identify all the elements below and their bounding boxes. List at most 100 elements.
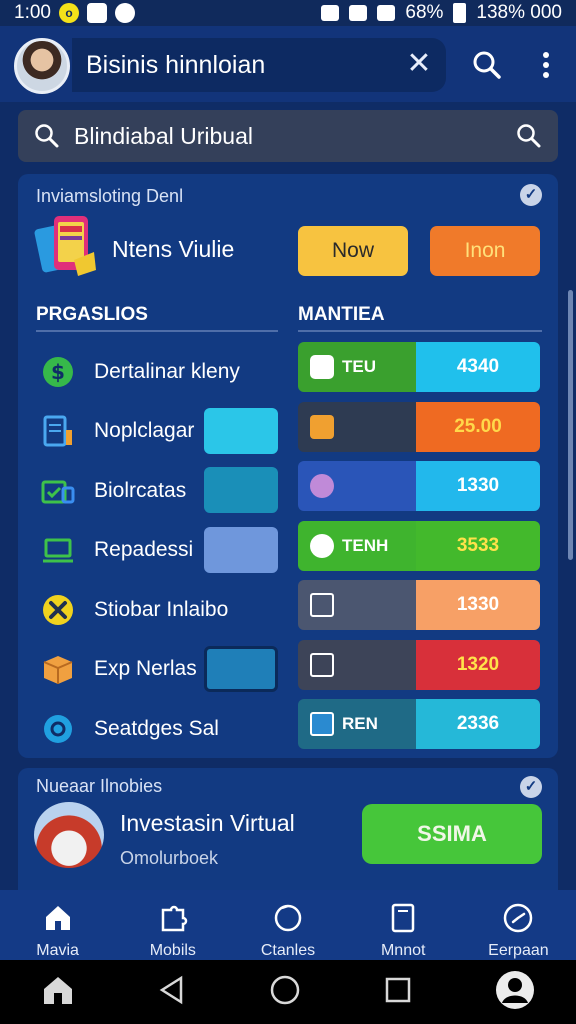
value-list: TEU 4340 25.00 1330 TENH 3533 1330 1320 … [298,342,540,759]
search-submit-icon[interactable] [516,123,542,155]
wifi-icon [349,5,368,21]
nav-label: Mavia [36,942,79,959]
check-icon[interactable]: ✓ [520,776,542,798]
avatar[interactable] [14,38,70,94]
value-row[interactable]: 1330 [298,461,540,511]
status-time: 1:00 [14,2,51,23]
apps-icon [310,414,334,439]
list-item[interactable]: $ Dertalinar kleny [36,342,278,402]
battery-percent: 68% [405,2,444,23]
nav-item-mnnot[interactable]: Mnnot [346,890,461,960]
value-row-amount: 4340 [416,342,540,392]
ssima-button[interactable]: SSIMA [362,804,542,864]
list-item-label: Noplclagar [94,419,195,443]
nav-item-ctanles[interactable]: Ctanles [230,890,345,960]
search-icon[interactable] [472,50,502,85]
phone-icon [34,212,100,282]
nav-item-eerpaan[interactable]: Eerpaan [461,890,576,960]
nav-label: Mnnot [380,942,426,959]
nav-label: Ctanles [260,942,316,959]
app-bar: Bisinis hinnloian ✕ [0,26,576,102]
chat-icon [310,355,334,379]
color-swatch[interactable] [204,407,278,454]
search-value: Blindiabal Uribual [74,122,253,149]
left-column-header: PRGASLIOS [36,304,148,325]
category-list: $ Dertalinar kleny Noplclagar Biolrcatas… [36,342,278,759]
now-button[interactable]: Now [298,226,408,276]
svg-text:$: $ [51,360,65,384]
bug-icon [321,5,340,21]
card-header: Inviamsloting Denl [36,186,184,206]
list-item[interactable]: Stiobar Inlaibo [36,580,278,640]
window-icon [310,652,334,677]
color-swatch[interactable] [204,526,278,573]
frame-icon [310,593,334,617]
inon-button[interactable]: Inon [430,226,540,276]
list-item[interactable]: Biolrcatas [36,461,278,521]
list-item[interactable]: Exp Nerlas [36,640,278,700]
tablet-icon [387,902,419,934]
clock-icon [502,902,534,934]
value-row-label: TENH [342,535,389,555]
virtual-investment-card: Nueaar Ilnobies ✓ Investasin Virtual Omo… [18,768,558,892]
laptop-icon [40,532,76,568]
color-swatch[interactable] [204,467,278,513]
profile-icon[interactable] [495,970,535,1015]
status-extra: 138% 000 [476,2,562,23]
value-row[interactable]: TEU 4340 [298,342,540,392]
car-thumbnail [34,802,104,868]
list-item[interactable]: Noplclagar [36,402,278,462]
home-icon [42,902,74,934]
value-row-label: TEU [342,357,376,376]
list-item[interactable]: Seatdges Sal [36,699,278,759]
home-circle-icon[interactable] [269,974,301,1011]
app-notification-icon [86,3,107,23]
card-header: Nueaar Ilnobies [36,776,163,796]
search-icon [34,123,60,155]
refresh-icon [272,902,304,934]
close-icon[interactable]: ✕ [404,49,434,79]
nav-item-mobils[interactable]: Mobils [115,890,230,960]
color-swatch[interactable] [204,645,278,692]
bottom-navigation: Mavia Mobils Ctanles Mnnot Eerpaan [0,890,576,960]
value-row-amount: 1320 [416,639,540,690]
back-icon[interactable] [157,975,187,1010]
value-row-amount: 3533 [416,520,540,571]
home-icon[interactable] [41,974,75,1011]
list-item-label: Repadessi [94,538,194,562]
list-item-label: Exp Nerlas [94,657,197,681]
list-item-label: Biolrcatas [94,478,187,502]
nav-label: Mobils [149,942,196,959]
check-icon[interactable]: ✓ [520,184,542,206]
app-title: Bisinis hinnloian [86,50,266,79]
list-item[interactable]: Repadessi [36,521,278,581]
value-row[interactable]: TENH 3533 [298,520,540,571]
folder-icon [40,473,76,509]
leaf-icon [310,533,334,558]
value-row[interactable]: 1330 [298,580,540,630]
more-vertical-icon[interactable] [536,50,556,80]
notification-icon: o [58,3,79,23]
list-item-label: Seatdges Sal [94,716,219,740]
list-item-label: Dertalinar kleny [94,359,240,383]
value-row[interactable]: 1320 [298,639,540,690]
feature-label: Ntens Viulie [112,236,235,262]
search-input[interactable]: Blindiabal Uribual [18,110,558,162]
right-column-header: MANTIEA [298,304,385,325]
card-subtitle: Omolurboek [120,848,219,868]
value-row[interactable]: 25.00 [298,401,540,452]
title-field[interactable]: Bisinis hinnloian ✕ [72,38,446,92]
value-row-label: REN [342,714,378,733]
globe-icon [310,474,334,498]
recents-icon[interactable] [383,975,413,1010]
card-title: Investasin Virtual [120,810,295,836]
scrollbar[interactable] [568,290,573,560]
dollar-icon: $ [40,354,76,390]
puzzle-icon [157,902,189,934]
nav-item-mavia[interactable]: Mavia [0,890,115,960]
battery-icon [453,3,467,23]
document-icon [40,413,76,449]
investment-card: Inviamsloting Denl ✓ Ntens Viulie Now In… [18,174,558,758]
value-row[interactable]: REN 2336 [298,699,540,749]
value-row-amount: 25.00 [416,401,540,452]
